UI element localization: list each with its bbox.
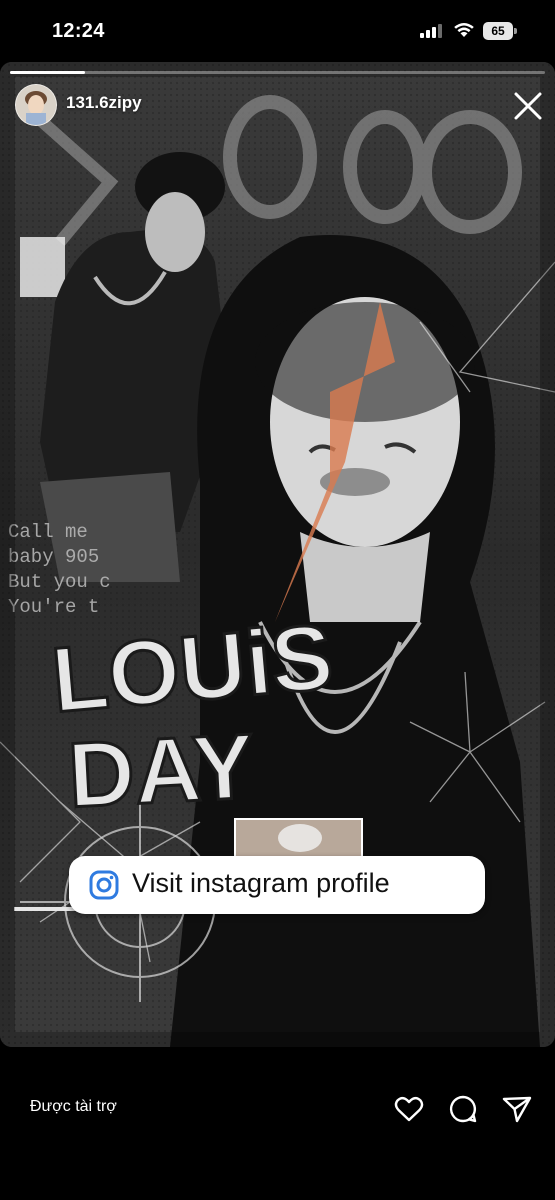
sponsored-label: Được tài trợ xyxy=(30,1098,117,1115)
terminal-line-1: Call me xyxy=(8,521,88,543)
visit-profile-button[interactable]: Visit instagram profile xyxy=(69,856,485,914)
battery-icon: 65 xyxy=(483,22,513,40)
avatar[interactable] xyxy=(15,84,57,126)
share-icon[interactable] xyxy=(501,1093,533,1125)
instagram-icon xyxy=(89,870,119,900)
battery-tip xyxy=(514,28,517,34)
terminal-line-3: But you c xyxy=(8,571,111,593)
story-progress-track xyxy=(10,71,545,74)
wifi-icon xyxy=(454,23,474,37)
visit-profile-label: Visit instagram profile xyxy=(132,868,390,898)
status-time: 12:24 xyxy=(52,20,105,42)
terminal-line-2: baby 905 xyxy=(8,546,99,568)
bottom-bar: Được tài trợ xyxy=(0,1047,555,1200)
status-bar: 12:24 65 xyxy=(0,0,555,62)
artwork-title-line2: DAY xyxy=(66,715,257,827)
story-username[interactable]: 131.6zipy xyxy=(66,93,142,113)
terminal-line-4: You're t xyxy=(8,596,99,618)
close-icon[interactable] xyxy=(508,86,548,126)
heart-icon[interactable] xyxy=(393,1093,425,1125)
story-progress-fill xyxy=(10,71,85,74)
signal-icon xyxy=(420,24,442,38)
comment-icon[interactable] xyxy=(447,1093,479,1125)
